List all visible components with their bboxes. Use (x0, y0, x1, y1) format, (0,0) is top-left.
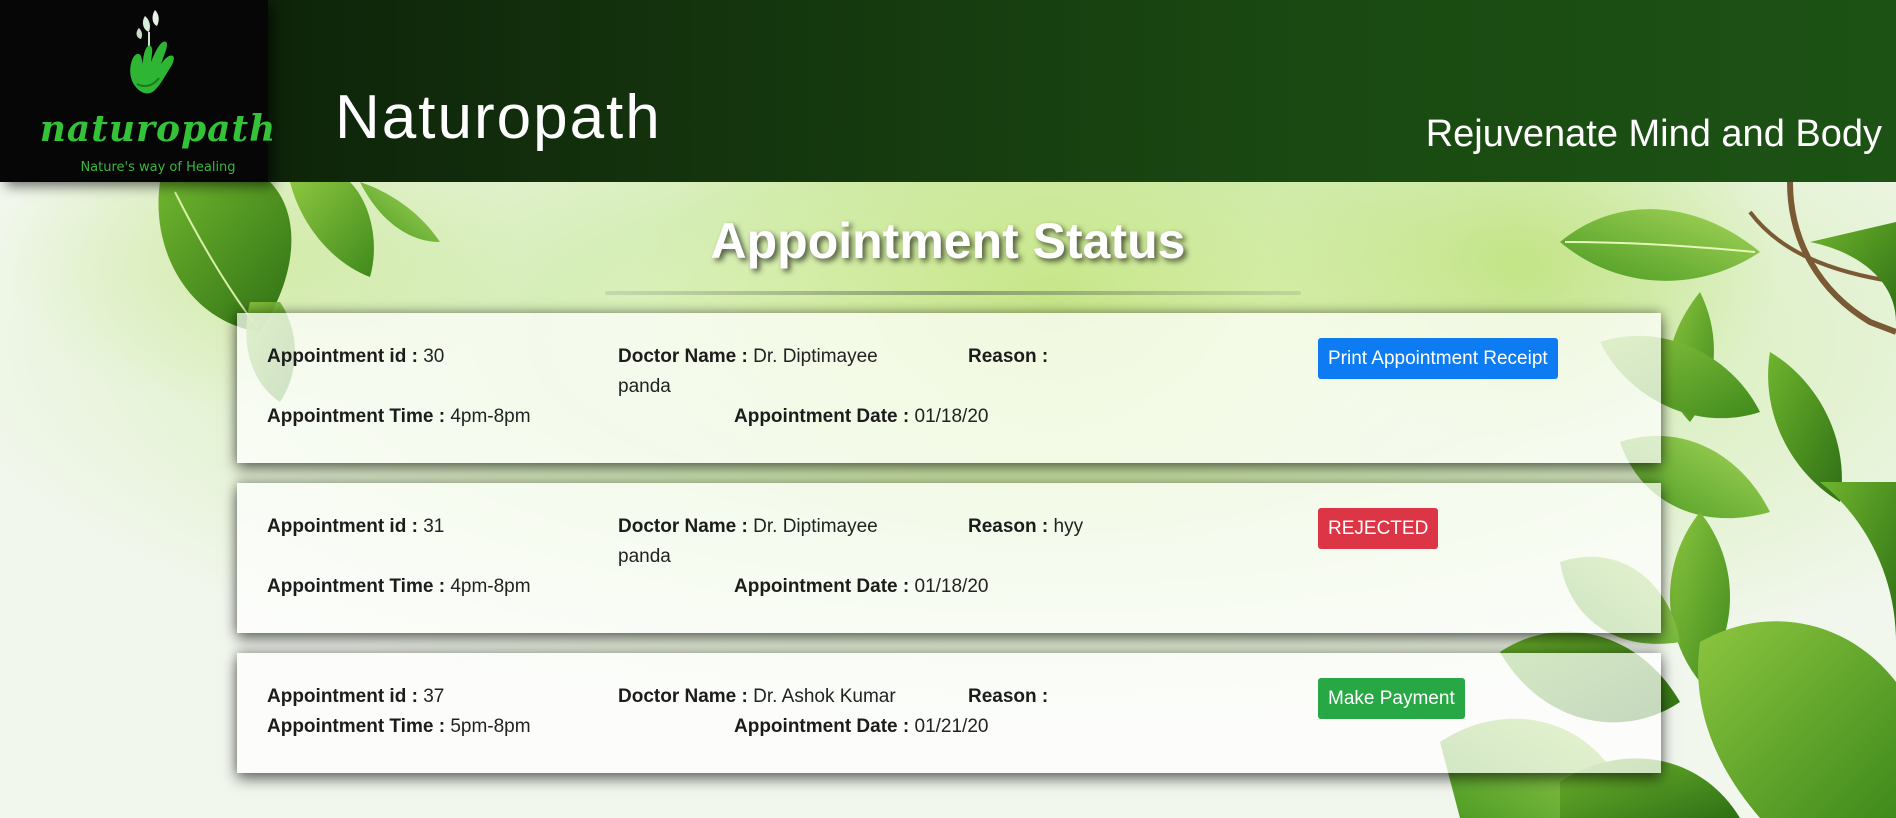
appointment-time: Appointment Time : 5pm-8pm (267, 716, 531, 737)
appointment-date: Appointment Date : 01/18/20 (734, 576, 989, 597)
logo-wordmark: naturopath (39, 108, 277, 150)
doctor-name: Doctor Name : Dr. Diptimayee panda (618, 346, 878, 397)
make-payment-button[interactable]: Make Payment (1318, 678, 1465, 719)
logo-tagline: Nature's way of Healing (80, 160, 236, 175)
print-receipt-button[interactable]: Print Appointment Receipt (1318, 338, 1558, 379)
page-title: Appointment Status (710, 213, 1186, 269)
appointment-card: Appointment id : 31 Doctor Name : Dr. Di… (237, 483, 1661, 633)
rejected-status-badge: REJECTED (1318, 508, 1439, 549)
appointment-id: Appointment id : 37 (267, 686, 445, 707)
reason: Reason : (968, 346, 1049, 367)
hand-leaf-icon (130, 10, 174, 94)
logo[interactable]: naturopath Nature's way of Healing (0, 0, 316, 182)
appointment-id: Appointment id : 30 (267, 346, 445, 367)
appointment-id: Appointment id : 31 (267, 516, 445, 537)
reason: Reason : (968, 686, 1049, 707)
appointment-time: Appointment Time : 4pm-8pm (267, 576, 531, 597)
title-divider (605, 291, 1301, 295)
reason: Reason : hyy (968, 516, 1084, 537)
appointment-card: Appointment id : 37 Doctor Name : Dr. As… (237, 653, 1661, 773)
doctor-name: Doctor Name : Dr. Ashok Kumar (618, 686, 896, 707)
appointment-card: Appointment id : 30 Doctor Name : Dr. Di… (237, 313, 1661, 463)
appointment-time: Appointment Time : 4pm-8pm (267, 406, 531, 427)
doctor-name: Doctor Name : Dr. Diptimayee panda (618, 516, 878, 567)
appointment-date: Appointment Date : 01/18/20 (734, 406, 989, 427)
brand-title[interactable]: Naturopath (335, 82, 662, 153)
appointment-date: Appointment Date : 01/21/20 (734, 716, 989, 737)
header-tagline: Rejuvenate Mind and Body (1425, 113, 1882, 155)
site-header: naturopath Nature's way of Healing Natur… (0, 0, 1896, 182)
